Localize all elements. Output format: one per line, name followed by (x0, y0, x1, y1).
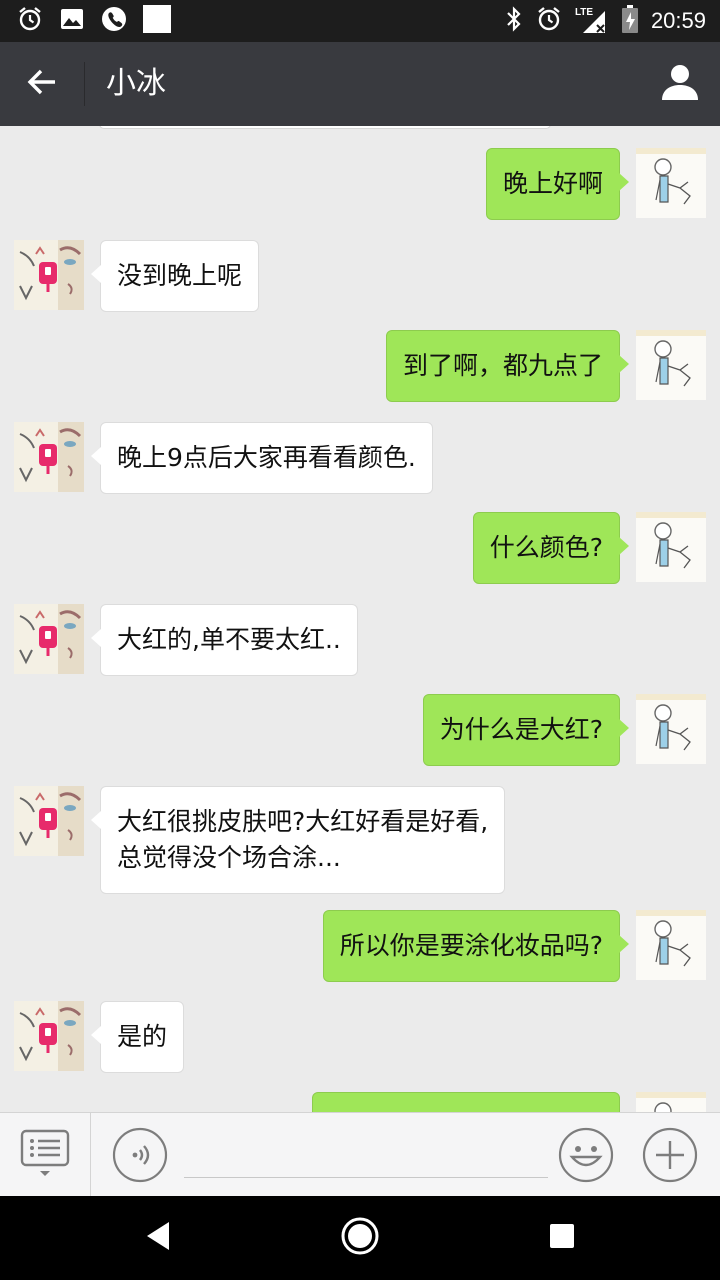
nav-back-button[interactable] (138, 1218, 178, 1258)
message-bubble-outgoing[interactable]: 所以你是要涂化妆品吗? (322, 910, 630, 982)
message-bubble-incoming[interactable]: 大红很挑皮肤吧?大红好看是好看, 总觉得没个场合涂... (90, 786, 506, 894)
notification-square-icon (142, 4, 172, 38)
phone-icon (100, 5, 128, 37)
battery-charging-icon (621, 4, 639, 38)
input-bar (0, 1112, 720, 1197)
contact-avatar[interactable] (14, 240, 84, 310)
nav-recent-button[interactable] (542, 1218, 582, 1258)
chat-area[interactable]: 晚上好啊 没到晚上呢 到了啊，都九点了 晚上9点后大家再看看颜色. 什么颜色? (0, 126, 720, 1112)
status-time: 20:59 (650, 8, 706, 33)
message-bubble-incoming[interactable]: 是的 (90, 1001, 185, 1073)
more-options-button[interactable] (642, 1127, 698, 1183)
my-avatar[interactable] (636, 330, 706, 400)
emoji-button[interactable] (558, 1127, 614, 1183)
profile-icon (660, 62, 700, 106)
title-divider (84, 62, 85, 106)
menu-toggle-button[interactable] (20, 1129, 70, 1181)
message-bubble-incoming[interactable]: 晚上9点后大家再看看颜色. (91, 422, 433, 494)
plus-icon (642, 1127, 698, 1187)
emoji-icon (558, 1127, 614, 1187)
profile-button[interactable] (658, 62, 702, 106)
nav-back-icon (143, 1220, 173, 1256)
message-bubble-outgoing[interactable]: 为什么是大红? (422, 694, 630, 766)
contact-avatar[interactable] (14, 604, 84, 674)
image-icon (58, 5, 86, 37)
contact-avatar[interactable] (14, 422, 84, 492)
message-line: 总觉得没个场合涂... (117, 843, 341, 872)
back-arrow-icon (25, 67, 59, 101)
message-bubble-incoming[interactable]: 没到晚上呢 (90, 240, 260, 312)
chat-title: 小冰 (106, 66, 166, 101)
alarm-icon (535, 5, 563, 37)
voice-button[interactable] (112, 1127, 168, 1183)
message-bubble-incoming[interactable]: 大红的,单不要太红.. (91, 604, 358, 676)
message-line: 大红很挑皮肤吧?大红好看是好看, (117, 807, 489, 836)
title-bar: 小冰 (0, 42, 720, 126)
my-avatar[interactable] (636, 148, 706, 218)
contact-avatar[interactable] (14, 1001, 84, 1071)
keyboard-menu-icon (20, 1129, 70, 1185)
nav-home-icon (340, 1216, 380, 1260)
alarm-icon (16, 5, 44, 37)
nav-recent-icon (548, 1222, 576, 1254)
contact-avatar[interactable] (14, 786, 84, 856)
message-bubble-outgoing[interactable]: 晚上好啊 (485, 148, 630, 220)
partial-message-bubble (100, 126, 550, 128)
message-input[interactable] (184, 1133, 548, 1178)
voice-icon (112, 1127, 168, 1187)
back-button[interactable] (20, 64, 64, 104)
message-bubble-outgoing[interactable]: 到了啊，都九点了 (385, 330, 630, 402)
signal-icon (575, 7, 609, 39)
my-avatar[interactable] (636, 512, 706, 582)
message-bubble-outgoing[interactable] (312, 1092, 620, 1112)
message-bubble-outgoing[interactable]: 什么颜色? (472, 512, 630, 584)
my-avatar[interactable] (636, 1092, 706, 1112)
my-avatar[interactable] (636, 910, 706, 980)
bluetooth-icon (505, 5, 523, 37)
status-bar: LTE 20:59 (0, 0, 720, 42)
nav-home-button[interactable] (340, 1216, 380, 1260)
input-bar-divider (90, 1113, 91, 1197)
my-avatar[interactable] (636, 694, 706, 764)
system-navigation-bar (0, 1196, 720, 1280)
